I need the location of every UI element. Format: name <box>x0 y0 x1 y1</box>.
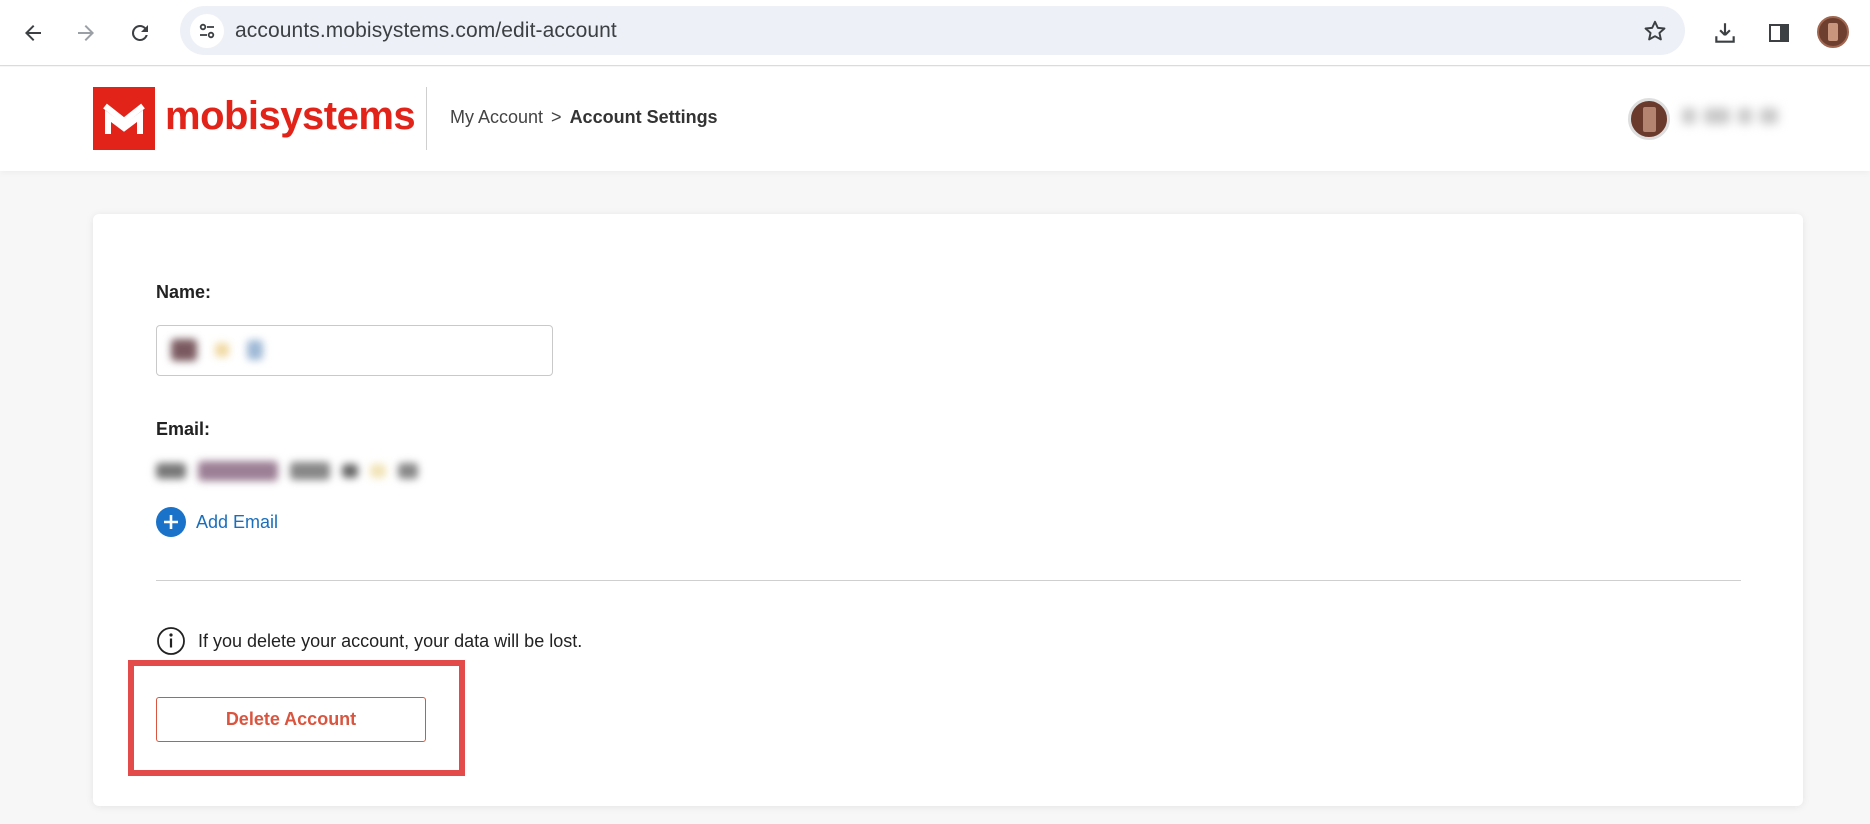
arrow-right-icon <box>78 25 94 41</box>
profile-avatar[interactable] <box>1817 16 1849 48</box>
browser-toolbar: accounts.mobisystems.com/edit-account <box>0 0 1870 66</box>
user-avatar[interactable] <box>1628 98 1670 140</box>
url-text[interactable]: accounts.mobisystems.com/edit-account <box>235 19 617 43</box>
breadcrumb-separator: > <box>551 107 562 127</box>
user-name-redacted[interactable] <box>1682 108 1788 130</box>
section-divider <box>156 580 1741 581</box>
name-input[interactable] <box>156 325 553 376</box>
side-panel-icon <box>1769 24 1789 42</box>
logo-text[interactable]: mobisystems <box>165 94 416 139</box>
arrow-left-icon <box>25 25 41 41</box>
add-email-label[interactable]: Add Email <box>196 512 278 533</box>
downloads-button[interactable] <box>1705 13 1745 53</box>
bookmark-button[interactable] <box>1639 15 1671 47</box>
delete-account-button[interactable]: Delete Account <box>156 697 426 742</box>
delete-warning-text: If you delete your account, your data wi… <box>198 630 583 651</box>
back-button[interactable] <box>13 13 53 53</box>
site-settings-button[interactable] <box>190 14 224 48</box>
header-divider <box>426 87 427 150</box>
side-panel-button[interactable] <box>1759 13 1799 53</box>
address-bar[interactable]: accounts.mobisystems.com/edit-account <box>180 6 1685 55</box>
tune-icon <box>199 23 215 39</box>
breadcrumb-account-settings: Account Settings <box>569 107 718 127</box>
breadcrumb-my-account[interactable]: My Account <box>450 107 543 128</box>
mobisystems-logo-icon[interactable] <box>93 87 155 150</box>
email-value-redacted <box>156 456 418 486</box>
plus-circle-icon <box>156 507 186 537</box>
email-label: Email: <box>156 419 211 439</box>
forward-button[interactable] <box>66 13 106 53</box>
reload-button[interactable] <box>120 13 160 53</box>
name-value-redacted <box>171 339 263 361</box>
add-email-button[interactable]: Add Email <box>156 507 278 537</box>
site-header: mobisystems My Account > Account Setting… <box>0 67 1870 171</box>
download-icon <box>1715 23 1735 43</box>
delete-warning: If you delete your account, your data wi… <box>156 626 582 656</box>
star-icon <box>1644 20 1666 41</box>
info-icon <box>157 627 185 655</box>
account-settings-card: Name: Email: Add Email If you delete you… <box>93 214 1803 806</box>
name-label: Name: <box>156 282 212 302</box>
reload-icon <box>131 24 148 41</box>
breadcrumb: My Account > Account Settings <box>450 107 718 128</box>
